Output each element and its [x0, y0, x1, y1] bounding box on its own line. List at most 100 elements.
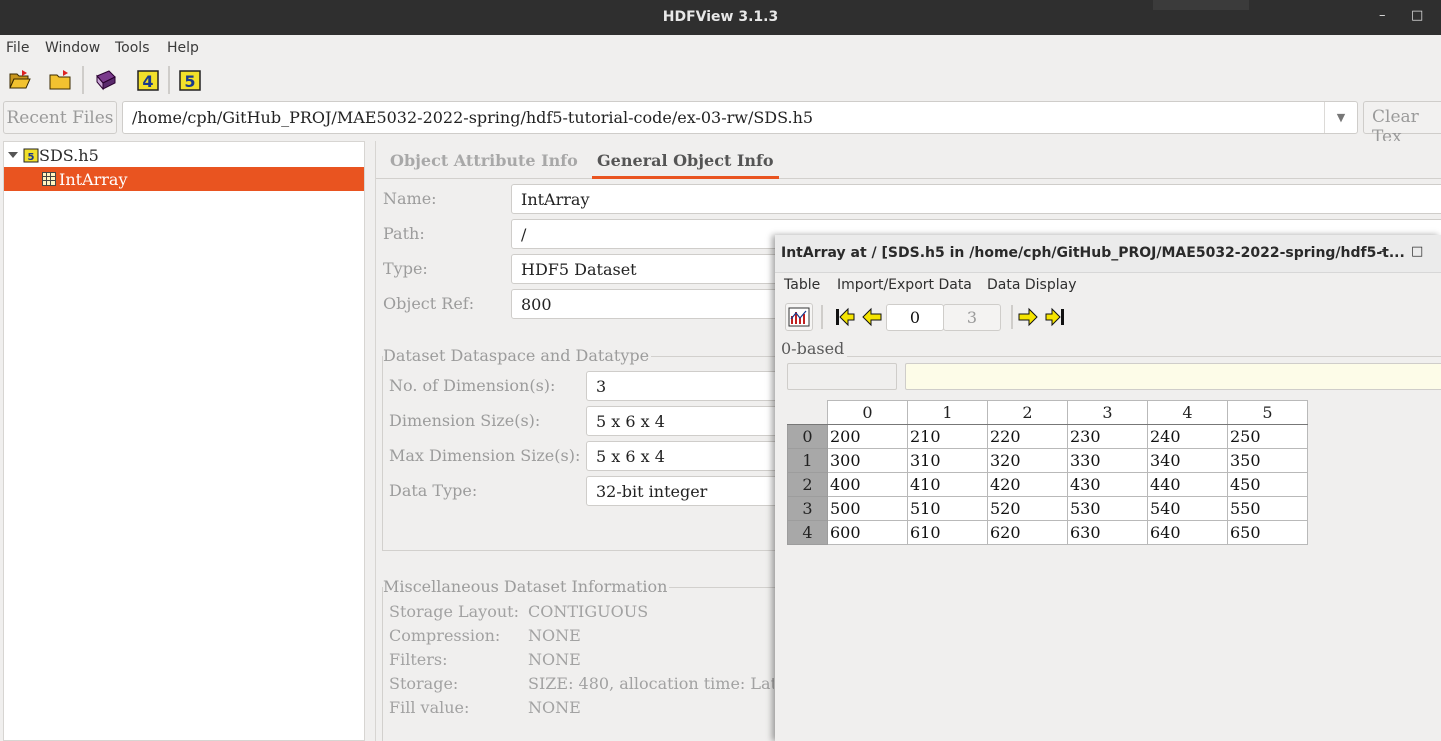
dataspace-group-title: Dataset Dataspace and Datatype: [383, 346, 652, 365]
storage-label: Storage:: [389, 674, 459, 693]
table-cell[interactable]: 630: [1067, 520, 1148, 545]
compression-value: NONE: [528, 626, 581, 645]
table-cell[interactable]: 300: [827, 448, 908, 473]
tree-item-intarray[interactable]: IntArray: [4, 167, 364, 191]
next-page-button[interactable]: [1016, 303, 1040, 331]
table-cell[interactable]: 420: [987, 472, 1068, 497]
table-cell[interactable]: 640: [1147, 520, 1228, 545]
table-cell[interactable]: 450: [1227, 472, 1308, 497]
dataset-window-maximize-button[interactable]: □: [1411, 244, 1423, 259]
table-cell[interactable]: 210: [907, 424, 988, 449]
tab-general-object-info[interactable]: General Object Info: [597, 141, 774, 178]
row-header[interactable]: 0: [787, 424, 828, 449]
ndim-field[interactable]: 3: [586, 371, 806, 401]
open-file-icon[interactable]: [8, 68, 32, 92]
menu-data-display[interactable]: Data Display: [987, 277, 1076, 293]
menu-file[interactable]: File: [6, 40, 29, 56]
table-cell[interactable]: 350: [1227, 448, 1308, 473]
chevron-down-icon[interactable]: ▼: [1324, 102, 1357, 133]
table-cell[interactable]: 520: [987, 496, 1068, 521]
column-header[interactable]: 5: [1227, 400, 1308, 425]
table-cell[interactable]: 250: [1227, 424, 1308, 449]
row-header[interactable]: 2: [787, 472, 828, 497]
max-dims-field[interactable]: 5 x 6 x 4: [586, 441, 806, 471]
hdf4-library-icon[interactable]: 4: [136, 68, 160, 92]
menu-help[interactable]: Help: [167, 40, 199, 56]
line-plot-button[interactable]: [785, 303, 813, 331]
table-cell[interactable]: 440: [1147, 472, 1228, 497]
max-page-field: 3: [943, 304, 1001, 331]
active-tab-indicator: [592, 176, 779, 179]
first-page-button[interactable]: [833, 303, 857, 331]
table-cell[interactable]: 240: [1147, 424, 1228, 449]
type-label: Type:: [383, 259, 428, 278]
dataset-window-minimize-button[interactable]: –: [1379, 244, 1386, 259]
table-cell[interactable]: 400: [827, 472, 908, 497]
column-header[interactable]: 3: [1067, 400, 1148, 425]
table-cell[interactable]: 340: [1147, 448, 1228, 473]
table-cell[interactable]: 220: [987, 424, 1068, 449]
table-cell[interactable]: 510: [907, 496, 988, 521]
table-row: 0 200 210 220 230 240 250: [787, 424, 1308, 449]
table-cell[interactable]: 200: [827, 424, 908, 449]
svg-text:5: 5: [28, 152, 35, 163]
table-header-row: 0 1 2 3 4 5: [787, 400, 1308, 425]
table-corner: [787, 400, 828, 425]
table-cell[interactable]: 320: [987, 448, 1068, 473]
maximize-button[interactable]: □: [1411, 8, 1423, 23]
current-page-field[interactable]: 0: [886, 304, 944, 331]
table-cell[interactable]: 620: [987, 520, 1068, 545]
dims-field[interactable]: 5 x 6 x 4: [586, 406, 806, 436]
hdf4-icon-label: 4: [142, 72, 153, 91]
expand-arrow-icon[interactable]: [8, 152, 18, 158]
table-cell[interactable]: 650: [1227, 520, 1308, 545]
table-row: 2 400 410 420 430 440 450: [787, 472, 1308, 497]
table-cell[interactable]: 600: [827, 520, 908, 545]
menu-table[interactable]: Table: [784, 277, 820, 293]
table-cell[interactable]: 610: [907, 520, 988, 545]
dataset-window-titlebar[interactable]: IntArray at / [SDS.h5 in /home/cph/GitHu…: [775, 235, 1441, 273]
last-page-button[interactable]: [1043, 303, 1067, 331]
file-path-combo[interactable]: /home/cph/GitHub_PROJ/MAE5032-2022-sprin…: [122, 101, 1358, 134]
data-table: 0 1 2 3 4 5 0 200 210 220 230 240 250 1 …: [787, 400, 1308, 545]
open-folder-icon[interactable]: [48, 68, 72, 92]
recent-files-button[interactable]: Recent Files: [3, 101, 117, 134]
hdf5-library-icon[interactable]: 5: [178, 68, 202, 92]
row-header[interactable]: 3: [787, 496, 828, 521]
toolbar-separator: [1011, 305, 1013, 329]
file-path-text[interactable]: /home/cph/GitHub_PROJ/MAE5032-2022-sprin…: [132, 108, 813, 127]
column-header[interactable]: 1: [907, 400, 988, 425]
toolbar-separator: [168, 66, 170, 94]
row-header[interactable]: 1: [787, 448, 828, 473]
menu-tools[interactable]: Tools: [115, 40, 150, 56]
data-type-field[interactable]: 32-bit integer: [586, 476, 806, 506]
column-header[interactable]: 2: [987, 400, 1068, 425]
menu-import-export-data[interactable]: Import/Export Data: [837, 277, 972, 293]
table-cell[interactable]: 530: [1067, 496, 1148, 521]
table-cell[interactable]: 410: [907, 472, 988, 497]
menu-window[interactable]: Window: [45, 40, 100, 56]
data-type-label: Data Type:: [389, 481, 478, 500]
row-header[interactable]: 4: [787, 520, 828, 545]
clear-text-button[interactable]: Clear Tex: [1363, 101, 1441, 147]
cell-value-field[interactable]: [905, 363, 1441, 390]
name-field[interactable]: IntArray: [511, 184, 1441, 214]
table-cell[interactable]: 550: [1227, 496, 1308, 521]
table-cell[interactable]: 430: [1067, 472, 1148, 497]
table-cell[interactable]: 330: [1067, 448, 1148, 473]
previous-page-button[interactable]: [860, 303, 884, 331]
table-cell[interactable]: 540: [1147, 496, 1228, 521]
tree-item-root[interactable]: 5 SDS.h5: [8, 143, 99, 167]
minimize-button[interactable]: –: [1379, 8, 1386, 23]
table-row: 1 300 310 320 330 340 350: [787, 448, 1308, 473]
dims-label: Dimension Size(s):: [389, 411, 541, 430]
column-header[interactable]: 0: [827, 400, 908, 425]
table-cell[interactable]: 500: [827, 496, 908, 521]
storage-layout-value: CONTIGUOUS: [528, 602, 649, 621]
tab-object-attribute-info[interactable]: Object Attribute Info: [390, 141, 578, 178]
users-guide-icon[interactable]: [94, 68, 118, 92]
dataset-table-window: IntArray at / [SDS.h5 in /home/cph/GitHu…: [775, 235, 1441, 741]
column-header[interactable]: 4: [1147, 400, 1228, 425]
table-cell[interactable]: 230: [1067, 424, 1148, 449]
table-cell[interactable]: 310: [907, 448, 988, 473]
